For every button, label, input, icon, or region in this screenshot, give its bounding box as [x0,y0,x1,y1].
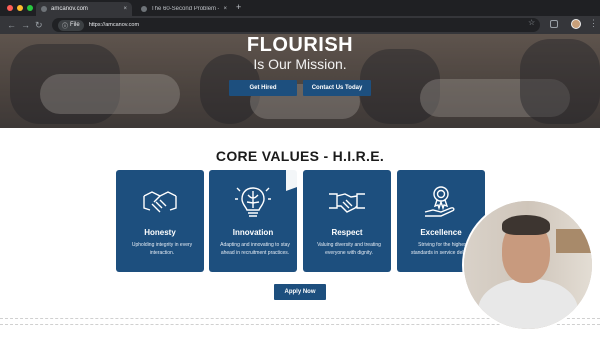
file-chip[interactable]: ⓘ File [58,19,84,31]
window-controls [7,5,33,11]
address-bar[interactable]: ⓘ File https://amcanov.com [52,18,540,32]
new-tab-button[interactable]: + [236,2,241,12]
card-description: Adapting and innovating to stay ahead in… [220,242,290,256]
contact-us-button[interactable]: Contact Us Today [303,80,371,96]
handshake-icon [329,193,365,213]
value-card-respect: Respect Valuing diversity and treating e… [303,170,391,272]
forward-button[interactable]: → [21,20,30,30]
url-text: https://amcanov.com [88,22,140,28]
browser-chrome: amcanov.com × The 60-Second Problem — S … [0,0,600,34]
back-button[interactable]: ← [7,20,16,30]
card-description: Valuing diversity and treating everyone … [317,242,381,256]
file-chip-label: File [70,22,80,28]
reload-button[interactable]: ↻ [35,20,43,30]
browser-toolbar: ← → ↻ ⓘ File https://amcanov.com ☆ ⋮ [0,16,600,34]
minimize-window-button[interactable] [17,5,23,11]
extensions-icon[interactable] [550,20,558,28]
webcam-overlay [462,199,594,331]
core-values-title: CORE VALUES - H.I.R.E. [215,148,385,164]
lightbulb-brain-icon [235,187,271,217]
get-hired-button[interactable]: Get Hired [229,80,297,96]
value-card-innovation: Innovation Adapting and innovating to st… [209,170,297,272]
tab-60-second-problem[interactable]: The 60-Second Problem — S × [136,2,232,16]
globe-icon [41,6,47,12]
tab-strip: amcanov.com × The 60-Second Problem — S … [0,0,600,16]
value-card-honesty: Honesty Upholding integrity in every int… [116,170,204,272]
handshake-icon [143,191,177,213]
tab-close-icon[interactable]: × [123,6,127,12]
card-description: Upholding integrity in every interaction… [131,242,193,256]
apply-now-button[interactable]: Apply Now [274,284,326,300]
card-title: Innovation [232,228,274,237]
tab-close-icon[interactable]: × [223,6,227,12]
card-title: Respect [331,228,363,237]
maximize-window-button[interactable] [27,5,33,11]
tab-amcanov[interactable]: amcanov.com × [36,2,132,16]
hero-title: FLOURISH [246,34,354,56]
hero-banner: FLOURISH Is Our Mission. Get Hired Conta… [0,34,600,128]
browser-menu-button[interactable]: ⋮ [589,18,598,29]
profile-avatar[interactable] [571,19,581,29]
globe-icon [141,6,147,12]
tab-title: The 60-Second Problem — S [151,6,219,12]
info-icon: ⓘ [62,23,69,30]
tab-title: amcanov.com [51,6,88,12]
hero-subtitle: Is Our Mission. [253,56,347,72]
card-title: Honesty [144,228,176,237]
bookmark-star-icon[interactable]: ☆ [528,18,535,27]
close-window-button[interactable] [7,5,13,11]
award-hand-icon [424,186,455,217]
